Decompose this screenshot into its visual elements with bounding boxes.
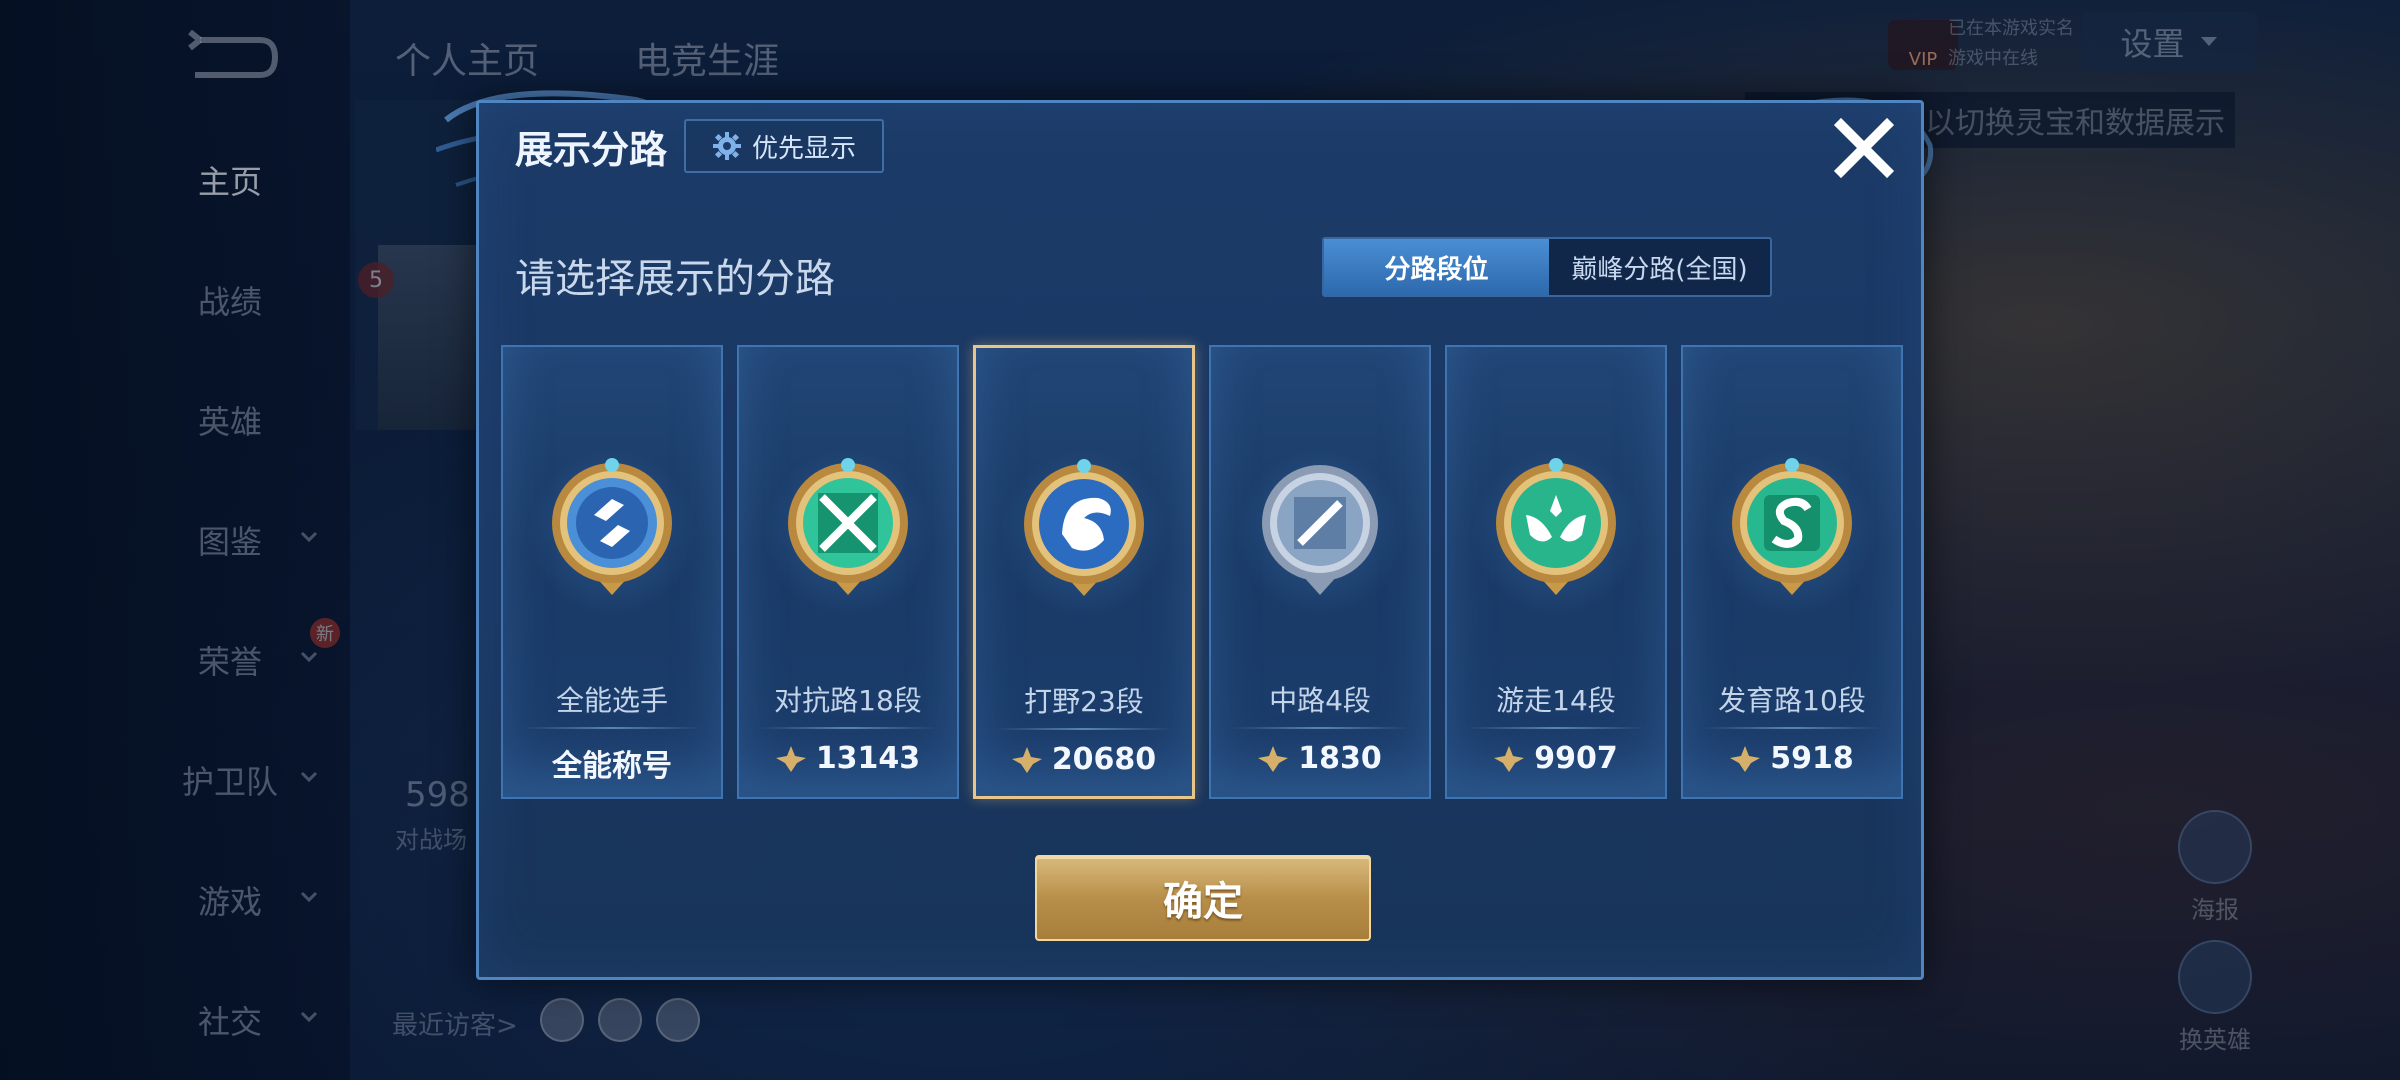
lane-value: 1830: [1211, 741, 1429, 776]
lane-value: 全能称号: [552, 749, 672, 784]
dialog-title: 展示分路: [515, 128, 668, 172]
tab-peak-lane-national[interactable]: 巅峰分路(全国): [1549, 239, 1770, 295]
all-round-emblem-icon: [552, 458, 672, 595]
score-star-icon: [1730, 745, 1761, 772]
lane-name: 对抗路18段: [774, 684, 922, 717]
priority-display-button[interactable]: 优先显示: [684, 119, 884, 173]
select-lane-label: 请选择展示的分路: [515, 256, 835, 302]
jungle-emblem-icon: [1024, 459, 1144, 596]
lane-card-jungle[interactable]: 打野23段 20680: [973, 345, 1195, 799]
lane-value: 20680: [976, 742, 1192, 777]
lane-value: 5918: [1683, 741, 1901, 776]
farm-lane-emblem-icon: [1732, 458, 1852, 595]
score-star-icon: [775, 745, 806, 772]
lane-card-clash[interactable]: 对抗路18段 13143: [737, 345, 959, 799]
lane-name: 中路4段: [1269, 684, 1371, 717]
lane-card-farm[interactable]: 发育路10段 5918: [1681, 345, 1903, 799]
lane-name: 游走14段: [1496, 684, 1616, 717]
score-star-icon: [1258, 745, 1289, 772]
confirm-button[interactable]: 确定: [1035, 855, 1371, 941]
gear-icon: [712, 132, 741, 160]
lane-card-all-round[interactable]: 全能选手 全能称号: [501, 345, 723, 799]
clash-lane-emblem-icon: [788, 458, 908, 595]
lane-display-dialog: 展示分路 优先显示 请选择展示的分路 分路段位 巅峰分路(全国) 全能选手 全能…: [476, 100, 1924, 980]
roam-emblem-icon: [1496, 458, 1616, 595]
score-star-icon: [1494, 745, 1525, 772]
display-mode-toggle: 分路段位 巅峰分路(全国): [1322, 237, 1772, 297]
lane-name: 全能选手: [555, 684, 668, 717]
mid-lane-emblem-icon: [1262, 465, 1378, 595]
lane-value: 9907: [1447, 741, 1665, 776]
lane-card-roam[interactable]: 游走14段 9907: [1445, 345, 1667, 799]
lane-name: 发育路10段: [1718, 684, 1866, 717]
lane-card-mid[interactable]: 中路4段 1830: [1209, 345, 1431, 799]
tab-lane-rank[interactable]: 分路段位: [1324, 239, 1549, 295]
lane-value: 13143: [739, 741, 957, 776]
lane-name: 打野23段: [1024, 685, 1144, 718]
score-star-icon: [1011, 746, 1042, 773]
close-icon[interactable]: [1829, 113, 1899, 183]
